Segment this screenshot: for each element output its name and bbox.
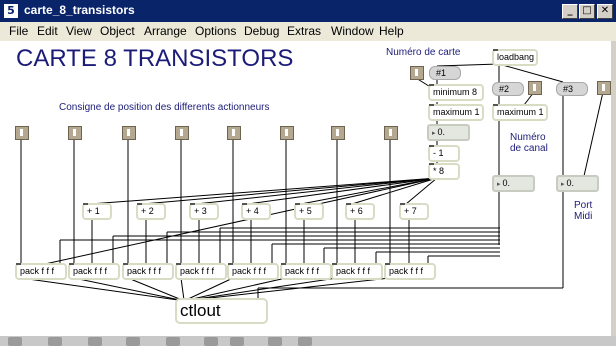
object-plus-1[interactable]: + 1	[82, 203, 112, 220]
toggle-4[interactable]	[175, 126, 189, 140]
toggle-3[interactable]	[122, 126, 136, 140]
patch-heading: CARTE 8 TRANSISTORS	[16, 45, 294, 72]
comment-numero-canal-2: de canal	[510, 143, 548, 154]
toggle-6[interactable]	[280, 126, 294, 140]
toggle-5[interactable]	[227, 126, 241, 140]
number-canal[interactable]: 0.	[492, 175, 535, 192]
toggle-7[interactable]	[331, 126, 345, 140]
message-2[interactable]: #2	[492, 82, 524, 96]
comment-numero-canal-1: Numéro	[510, 132, 546, 143]
graph-icon[interactable]	[126, 337, 140, 346]
object-maximum-b[interactable]: maximum 1	[492, 104, 548, 121]
message-1[interactable]: #1	[429, 66, 461, 80]
object-plus-7[interactable]: + 7	[399, 203, 429, 220]
object-plus-2[interactable]: + 2	[136, 203, 166, 220]
object-plus-3[interactable]: + 3	[189, 203, 219, 220]
object-minimum[interactable]: minimum 8	[428, 84, 484, 101]
object-maximum-a[interactable]: maximum 1	[428, 104, 484, 121]
object-pack-3[interactable]: pack f f f	[122, 263, 174, 280]
toggle-canal[interactable]	[528, 81, 542, 95]
patcher-window: 5 carte_8_transistors _ □ ✕ File Edit Vi…	[0, 0, 616, 346]
lock-icon[interactable]	[8, 337, 22, 346]
object-pack-2[interactable]: pack f f f	[68, 263, 120, 280]
object-pack-1[interactable]: pack f f f	[15, 263, 67, 280]
toggle-carte[interactable]	[410, 66, 424, 80]
number-carte[interactable]: 0.	[427, 124, 470, 141]
object-palette-icon[interactable]	[48, 337, 62, 346]
number-port[interactable]: 0.	[556, 175, 599, 192]
toggle-2[interactable]	[68, 126, 82, 140]
presentation-icon[interactable]	[204, 337, 218, 346]
comment-numero-carte: Numéro de carte	[386, 47, 461, 58]
toggle-1[interactable]	[15, 126, 29, 140]
move-icon[interactable]	[88, 337, 102, 346]
object-plus-5[interactable]: + 5	[294, 203, 324, 220]
object-pack-5[interactable]: pack f f f	[227, 263, 279, 280]
object-ctlout[interactable]: ctlout	[175, 298, 268, 324]
message-3[interactable]: #3	[556, 82, 588, 96]
object-minus-1[interactable]: - 1	[428, 145, 460, 162]
info-icon[interactable]	[166, 337, 180, 346]
comment-port-midi-1: Port	[574, 200, 593, 211]
patcher-toolbar	[0, 336, 616, 346]
comment-port-midi-2: Midi	[574, 211, 593, 222]
object-loadbang[interactable]: loadbang	[492, 49, 538, 66]
toggle-8[interactable]	[384, 126, 398, 140]
object-plus-6[interactable]: + 6	[345, 203, 375, 220]
object-pack-8[interactable]: pack f f f	[384, 263, 436, 280]
object-pack-4[interactable]: pack f f f	[175, 263, 227, 280]
comment-consigne: Consigne de position des differents acti…	[59, 102, 270, 113]
object-pack-6[interactable]: pack f f f	[280, 263, 332, 280]
object-plus-4[interactable]: + 4	[241, 203, 271, 220]
object-pack-7[interactable]: pack f f f	[331, 263, 383, 280]
window-icon[interactable]	[230, 337, 244, 346]
object-times-8[interactable]: * 8	[428, 163, 460, 180]
options-icon[interactable]	[298, 337, 312, 346]
grid-icon[interactable]	[268, 337, 282, 346]
toggle-port[interactable]	[597, 81, 611, 95]
